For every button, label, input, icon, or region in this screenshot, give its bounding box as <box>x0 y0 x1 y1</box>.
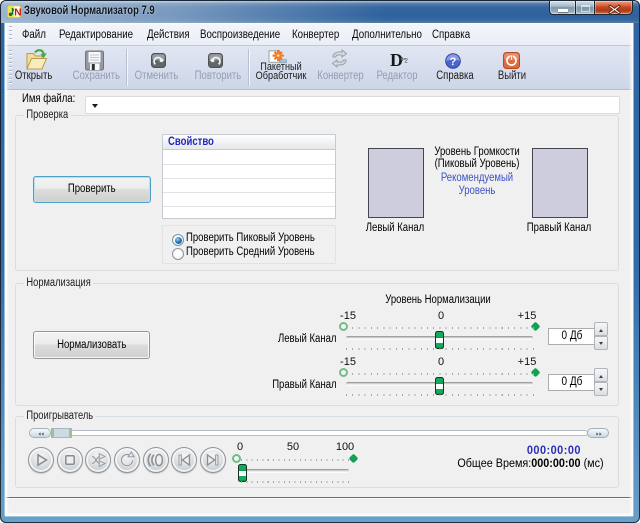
svg-text:2: 2 <box>404 58 408 65</box>
svg-text:?: ? <box>450 56 457 68</box>
svg-text:N: N <box>14 8 21 19</box>
